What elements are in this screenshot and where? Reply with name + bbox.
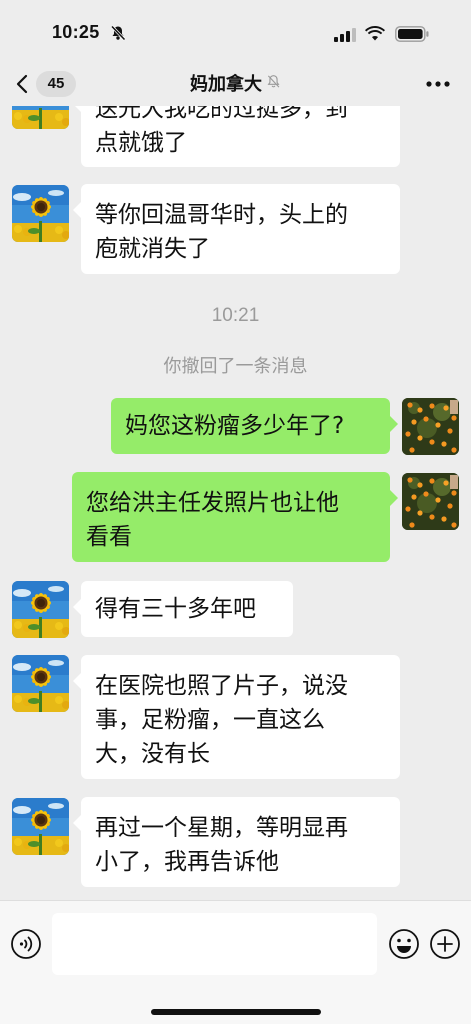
emoji-icon	[388, 929, 420, 964]
incoming-message-bubble[interactable]: 送光大我吃的过挺多，到 点就饿了	[73, 106, 400, 167]
message-text: 送光大我吃的过挺多，到	[95, 106, 348, 122]
self-avatar[interactable]	[402, 473, 459, 530]
more-actions-button[interactable]	[429, 928, 461, 964]
message-text: 得有三十多年吧	[95, 596, 256, 622]
message-text: 看看	[86, 524, 132, 550]
contact-avatar[interactable]	[12, 581, 69, 638]
emoji-button[interactable]	[388, 928, 420, 964]
voice-icon	[10, 929, 42, 964]
contact-avatar[interactable]	[12, 655, 69, 712]
wifi-icon	[365, 25, 385, 45]
message-text: 在医院也照了片子，说没	[95, 673, 348, 699]
incoming-message-bubble[interactable]: 得有三十多年吧	[73, 581, 293, 637]
incoming-message-bubble[interactable]: 在医院也照了片子，说没 事，足粉瘤，一直这么 大，没有长	[73, 655, 400, 779]
recall-notice: 你撤回了一条消息	[163, 356, 308, 377]
outgoing-message-bubble[interactable]: 您给洪主任发照片也让他 看看	[72, 472, 398, 562]
cellular-signal-icon	[334, 27, 356, 46]
message-text: 您给洪主任发照片也让他	[86, 490, 339, 516]
message-list[interactable]: 送光大我吃的过挺多，到 点就饿了 等你回温哥华时，头上的 庖就消失了 10:21…	[0, 106, 471, 900]
incoming-message-bubble[interactable]: 等你回温哥华时，头上的 庖就消失了	[73, 184, 400, 274]
chat-title: 妈加拿大	[190, 74, 262, 95]
message-timestamp: 10:21	[211, 305, 260, 326]
battery-icon	[395, 26, 429, 46]
contact-avatar[interactable]	[12, 106, 69, 129]
voice-input-button[interactable]	[10, 928, 42, 964]
home-indicator[interactable]	[151, 1009, 321, 1015]
muted-bell-icon	[266, 73, 281, 94]
message-text: 妈您这粉瘤多少年了?	[125, 413, 345, 439]
incoming-message-bubble[interactable]: 再过一个星期，等明显再 小了，我再告诉他	[73, 797, 400, 887]
plus-icon	[429, 929, 461, 964]
more-options-button[interactable]	[425, 72, 451, 96]
bell-slash-icon	[110, 25, 126, 45]
message-text: 小了，我再告诉他	[95, 849, 279, 875]
status-bar: 10:25	[0, 0, 471, 62]
message-text: 大，没有长	[95, 741, 210, 767]
more-dots-icon	[425, 81, 451, 100]
message-text: 事，足粉瘤，一直这么	[95, 707, 325, 733]
chat-title-wrapper: 妈加拿大	[0, 70, 471, 96]
chat-nav-bar: 45 妈加拿大	[0, 62, 471, 106]
status-time: 10:25	[52, 22, 100, 42]
contact-avatar[interactable]	[12, 185, 69, 242]
message-text: 再过一个星期，等明显再	[95, 815, 348, 841]
outgoing-message-bubble[interactable]: 妈您这粉瘤多少年了?	[111, 398, 398, 454]
chat-input-bar	[0, 900, 471, 1024]
message-text: 庖就消失了	[95, 236, 210, 262]
message-text: 点就饿了	[95, 130, 187, 156]
message-text: 等你回温哥华时，头上的	[95, 202, 348, 228]
self-avatar[interactable]	[402, 398, 459, 455]
contact-avatar[interactable]	[12, 798, 69, 855]
message-input[interactable]	[52, 913, 377, 975]
